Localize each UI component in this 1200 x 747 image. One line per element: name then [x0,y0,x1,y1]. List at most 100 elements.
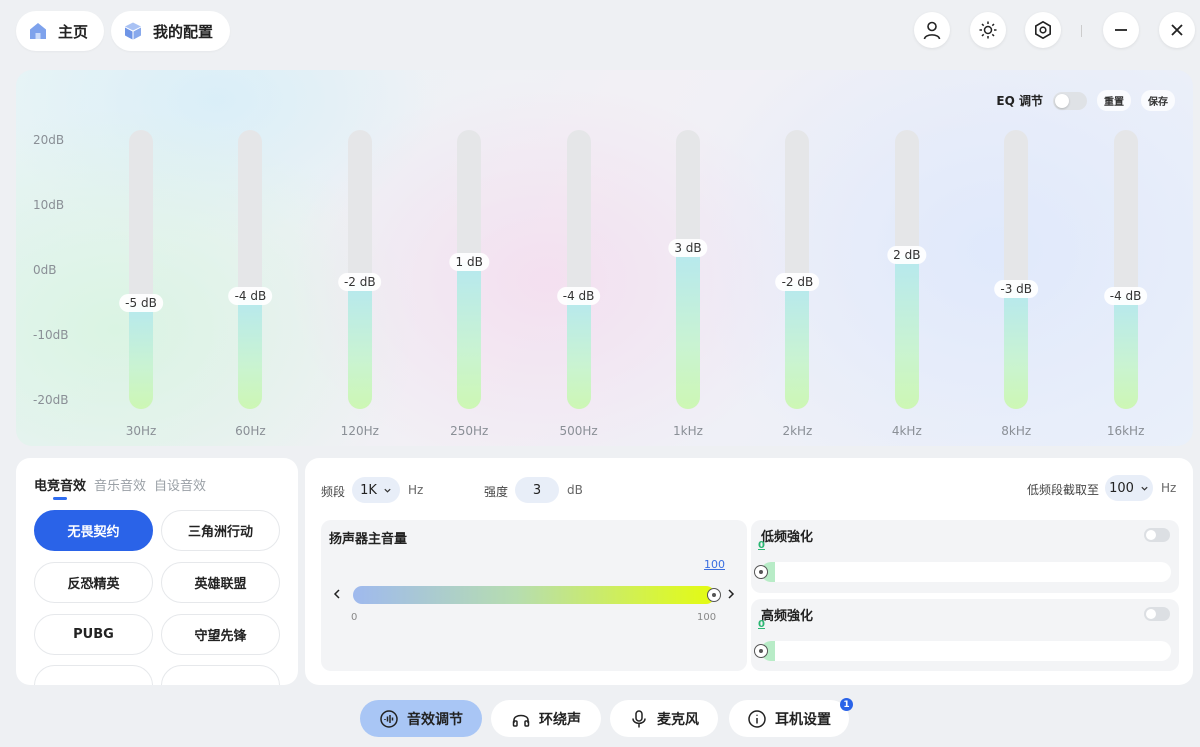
strength-input[interactable]: 3 [515,477,559,503]
bass-boost-knob[interactable] [754,565,768,579]
strength-value: 3 [532,482,542,498]
eq-band-slider[interactable] [238,130,263,409]
eq-band-slider[interactable] [676,130,700,409]
y-label: -20dB [33,393,69,407]
speaker-volume-card: 扬声器主音量 100 0 100 [321,520,747,671]
preset-partial[interactable] [161,665,280,685]
minimize-button[interactable] [1103,12,1139,48]
preset-league-of-legends[interactable]: 英雄联盟 [161,562,280,603]
lowcut-unit: Hz [1161,481,1177,495]
eq-band-fill [238,297,263,409]
tab-surround-label: 环绕声 [539,711,581,728]
home-button[interactable]: 主页 [16,11,104,51]
bass-boost-toggle[interactable] [1144,528,1170,542]
cube-icon [125,22,141,40]
lowcut-value: 100 [1109,480,1134,496]
eq-band-value[interactable]: -5 dB [119,294,163,312]
brightness-button[interactable] [970,12,1006,48]
eq-band-value[interactable]: 1 dB [449,253,489,271]
eq-band-slider[interactable] [1004,130,1029,409]
user-button[interactable] [914,12,950,48]
tab-headset-settings-label: 耳机设置 [775,711,831,728]
eq-band-slider[interactable] [129,130,153,409]
eq-band-fill [457,263,482,409]
eq-band-slider[interactable] [566,130,591,409]
eq-band-slider[interactable] [894,130,919,409]
preset-delta-force[interactable]: 三角洲行动 [161,510,280,551]
sun-icon [979,21,997,39]
tab-esports[interactable]: 电竞音效 [34,475,86,494]
chevron-left-icon[interactable] [331,588,343,600]
eq-band-slider[interactable] [1113,130,1138,409]
eq-band-value[interactable]: 3 dB [668,239,708,257]
eq-band-value[interactable]: -4 dB [556,287,601,305]
bass-boost-title: 低频強化 [761,530,814,545]
eq-band-frequency: 500Hz [559,424,598,438]
strength-unit: dB [567,483,583,497]
tab-headset-settings[interactable]: 耳机设置 [729,700,849,737]
eq-band-value[interactable]: -4 dB [228,287,273,305]
preset-tabs: 电竞音效 音乐音效 自设音效 [34,475,206,494]
bass-boost-slider[interactable] [761,562,1171,582]
band-value: 1K [360,482,377,498]
strength-label: 强度 [484,485,509,499]
volume-knob[interactable] [707,588,721,602]
chevron-down-icon [384,488,391,493]
treble-boost-slider[interactable] [761,641,1171,661]
lowcut-select[interactable]: 100 [1105,475,1153,501]
eq-toggle[interactable] [1053,91,1087,110]
eq-band-frequency: 120Hz [340,424,379,438]
eq-band-fill [785,283,810,409]
eq-band-value[interactable]: -3 dB [994,280,1039,298]
eq-band-fill [1004,290,1029,409]
band-select[interactable]: 1K [352,477,400,503]
preset-overwatch[interactable]: 守望先锋 [161,614,280,655]
tab-custom[interactable]: 自设音效 [154,475,206,494]
preset-partial[interactable] [34,665,153,685]
chevron-right-icon[interactable] [725,588,737,600]
eq-band-value[interactable]: -2 dB [775,273,820,291]
treble-boost-knob[interactable] [754,644,768,658]
toolbar-divider [1081,25,1082,37]
preset-valorant[interactable]: 无畏契约 [34,510,153,551]
eq-band-frequency: 8kHz [1001,424,1032,438]
eq-toolbar: EQ 调节 重置 保存 [996,90,1175,111]
eq-band-value[interactable]: -4 dB [1103,287,1148,305]
eq-band-fill [676,249,700,409]
volume-slider[interactable] [353,586,715,604]
notification-badge: 1 [840,698,853,711]
sound-wave-icon [380,709,398,728]
eq-band-value[interactable]: -2 dB [337,273,382,291]
volume-value: 100 [704,558,725,571]
user-icon [923,21,941,40]
preset-panel: 电竞音效 音乐音效 自设音效 无畏契约 三角洲行动 反恐精英 英雄联盟 PUBG… [16,458,298,685]
preset-counter-strike[interactable]: 反恐精英 [34,562,153,603]
eq-band-frequency: 16kHz [1106,424,1145,438]
treble-boost-card: 高频強化 0 [751,599,1179,671]
tab-music[interactable]: 音乐音效 [94,475,146,494]
reset-button[interactable]: 重置 [1097,90,1131,111]
band-label: 频段 [321,485,346,499]
eq-band-fill [566,297,591,409]
eq-band-slider[interactable] [347,130,372,409]
tab-surround[interactable]: 环绕声 [491,700,601,737]
save-button[interactable]: 保存 [1141,90,1175,111]
eq-band-frequency: 2kHz [782,424,813,438]
treble-boost-toggle[interactable] [1144,607,1170,621]
tab-microphone[interactable]: 麦克风 [610,700,718,737]
eq-band-value[interactable]: 2 dB [887,246,927,264]
preset-pubg[interactable]: PUBG [34,614,153,655]
eq-band-slider[interactable] [785,130,810,409]
y-label: 10dB [33,198,65,212]
y-label: 20dB [33,133,65,147]
headphones-icon [512,714,530,727]
volume-min: 0 [351,612,358,623]
treble-boost-value: 0 [758,619,765,630]
settings-button[interactable] [1025,12,1061,48]
close-button[interactable] [1159,12,1195,48]
my-config-button[interactable]: 我的配置 [111,11,230,51]
eq-band-fill [129,304,153,409]
eq-band-frequency: 4kHz [891,424,922,438]
eq-band-frequency: 30Hz [125,424,157,438]
tab-sound-tuning[interactable]: 音效调节 [360,700,482,737]
